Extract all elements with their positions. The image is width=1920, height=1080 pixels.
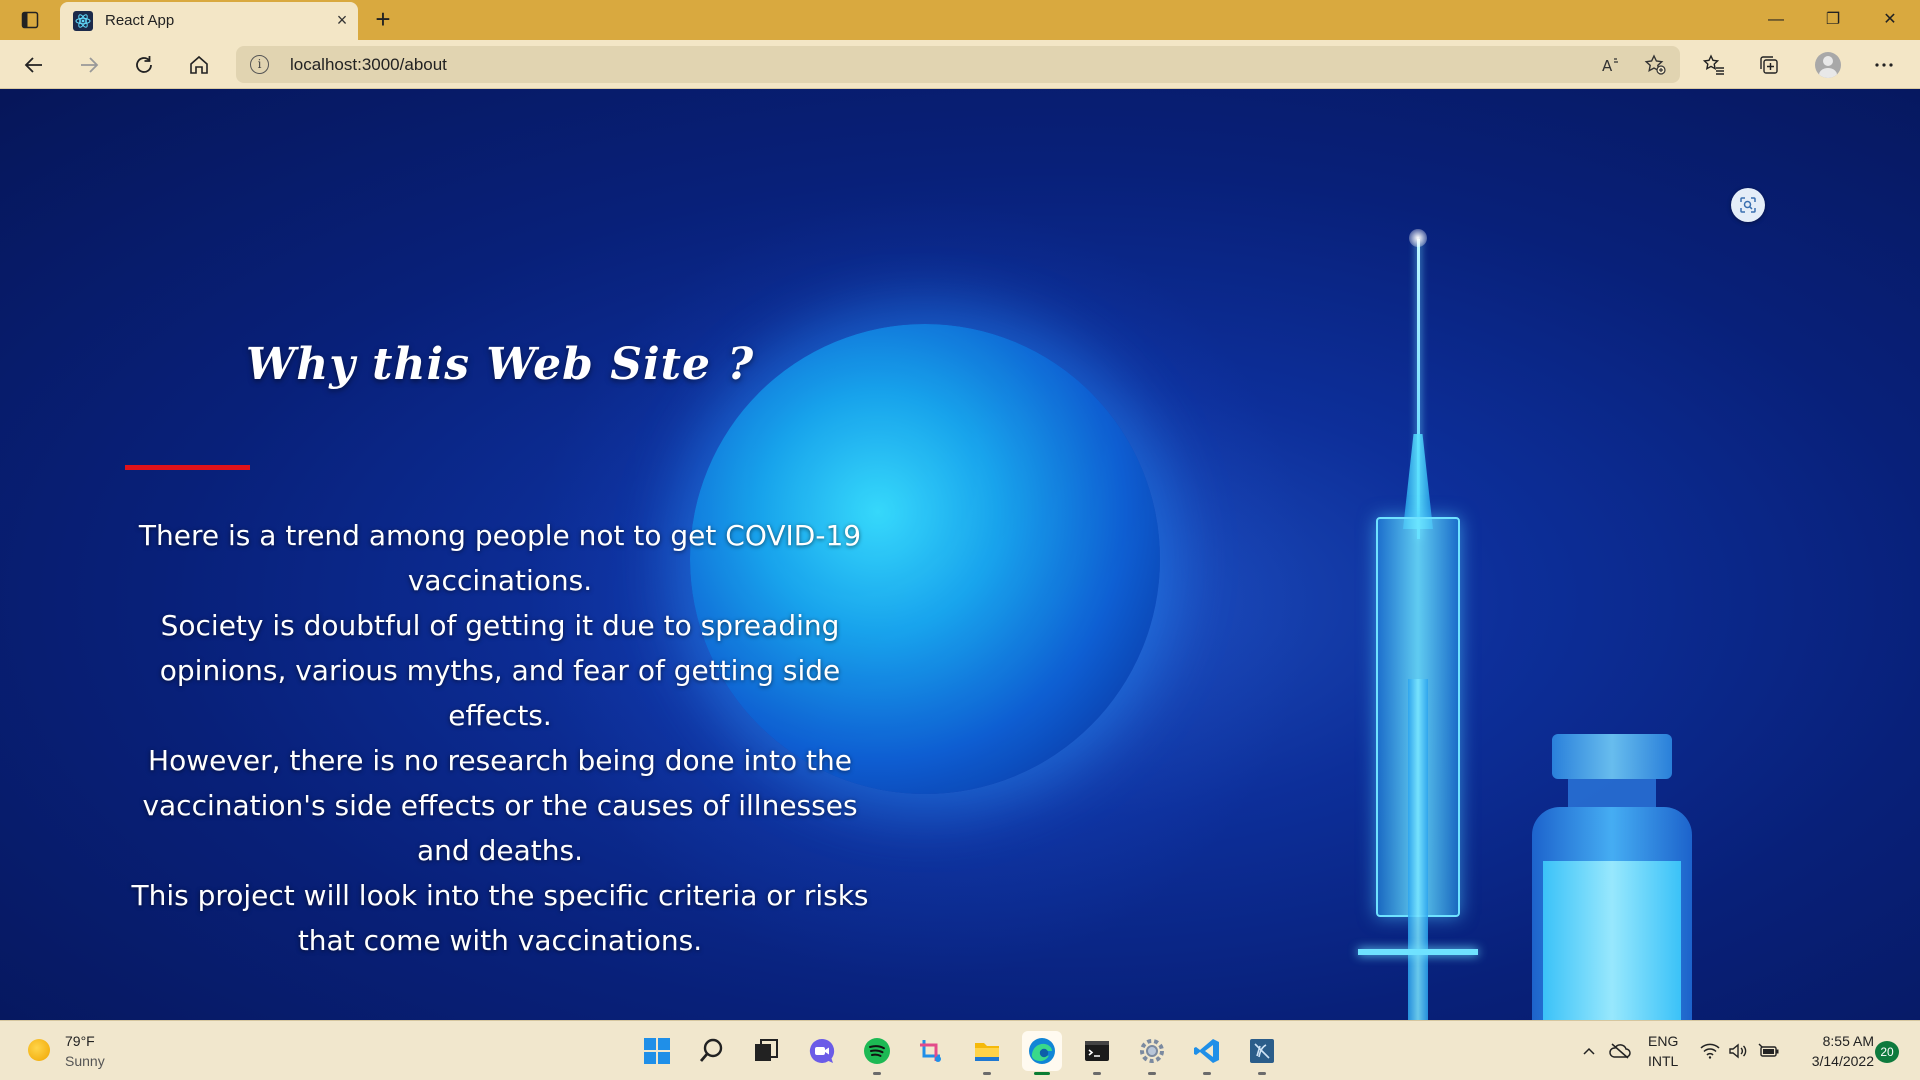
syringe-hub	[1403, 434, 1433, 529]
keyboard-layout: INTL	[1648, 1053, 1679, 1069]
running-indicator	[1148, 1072, 1156, 1075]
browser-toolbar: i localhost:3000/about A	[0, 40, 1920, 89]
snipping-tool-icon[interactable]	[912, 1031, 952, 1071]
read-aloud-icon[interactable]: A	[1598, 52, 1624, 78]
search-icon[interactable]	[692, 1031, 732, 1071]
system-clock[interactable]: 8:55 AM 3/14/2022	[1790, 1031, 1874, 1071]
show-hidden-icons-icon[interactable]	[1578, 1035, 1600, 1067]
syringe-flange	[1358, 949, 1478, 955]
chat-icon[interactable]	[802, 1031, 842, 1071]
ssms-icon[interactable]	[1242, 1031, 1282, 1075]
new-tab-button[interactable]: +	[368, 5, 398, 35]
back-button[interactable]	[17, 48, 51, 82]
edge-icon[interactable]	[1022, 1031, 1062, 1075]
minimize-button[interactable]: —	[1756, 5, 1796, 35]
file-explorer-icon[interactable]	[967, 1031, 1007, 1075]
browser-titlebar: React App × + — ❐ ✕	[0, 0, 1920, 40]
settings-menu-icon[interactable]	[1867, 48, 1901, 82]
weather-temperature[interactable]: 79°F	[65, 1033, 95, 1049]
running-indicator	[1203, 1072, 1211, 1075]
sun-icon[interactable]	[28, 1039, 50, 1061]
page-title: Why this Web Site ?	[245, 339, 755, 390]
settings-icon[interactable]	[1132, 1031, 1172, 1075]
collections-icon[interactable]	[1752, 48, 1786, 82]
needle-sparkle	[1409, 229, 1427, 247]
running-indicator	[1093, 1072, 1101, 1075]
tab-actions-icon[interactable]	[14, 8, 46, 32]
volume-icon[interactable]	[1726, 1035, 1750, 1067]
title-underline	[125, 465, 250, 470]
favorites-icon[interactable]	[1697, 48, 1731, 82]
running-indicator	[1258, 1072, 1266, 1075]
react-favicon-icon	[73, 11, 93, 31]
task-view-icon[interactable]	[746, 1031, 786, 1071]
address-bar[interactable]: i localhost:3000/about A	[236, 46, 1680, 83]
weather-condition[interactable]: Sunny	[65, 1053, 105, 1069]
vial-liquid	[1543, 861, 1681, 1020]
refresh-button[interactable]	[127, 48, 161, 82]
clock-time: 8:55 AM	[1822, 1033, 1874, 1049]
spotify-icon[interactable]	[857, 1031, 897, 1075]
forward-button[interactable]	[72, 48, 106, 82]
paragraph-project: This project will look into the specific…	[131, 879, 869, 957]
home-button[interactable]	[182, 48, 216, 82]
svg-text:A: A	[1602, 57, 1613, 75]
start-icon[interactable]	[637, 1031, 677, 1071]
running-indicator	[983, 1072, 991, 1075]
paragraph-doubt: Society is doubtful of getting it due to…	[159, 609, 841, 732]
vial-neck	[1568, 779, 1656, 807]
clock-date: 3/14/2022	[1811, 1053, 1874, 1069]
tab-title: React App	[105, 12, 175, 29]
paragraph-trend: There is a trend among people not to get…	[138, 519, 862, 597]
restore-button[interactable]: ❐	[1813, 5, 1853, 35]
battery-icon[interactable]	[1756, 1035, 1782, 1067]
profile-avatar[interactable]	[1811, 48, 1845, 82]
running-indicator	[873, 1072, 881, 1075]
address-url[interactable]: localhost:3000/about	[290, 55, 447, 75]
about-page: Why this Web Site ? There is a trend amo…	[0, 89, 1920, 1020]
language-indicator[interactable]: ENG INTL	[1648, 1031, 1678, 1071]
avatar-icon	[1815, 52, 1841, 78]
vscode-icon[interactable]	[1187, 1031, 1227, 1075]
onedrive-offline-icon[interactable]	[1607, 1035, 1633, 1067]
paragraph-research: However, there is no research being done…	[142, 744, 858, 867]
vial-cap	[1552, 734, 1672, 779]
windows-taskbar: 79°F Sunny ENG INTL 8:55 AM 3/14/2022 20	[0, 1020, 1920, 1080]
active-indicator	[1034, 1072, 1050, 1075]
add-favorite-icon[interactable]	[1642, 52, 1668, 78]
notification-badge[interactable]: 20	[1875, 1041, 1899, 1063]
site-info-icon[interactable]: i	[250, 55, 269, 74]
visual-search-icon[interactable]	[1731, 188, 1765, 222]
browser-tab[interactable]: React App ×	[60, 2, 358, 40]
tab-close-icon[interactable]: ×	[330, 8, 354, 32]
wifi-icon[interactable]	[1698, 1035, 1722, 1067]
syringe-plunger	[1408, 679, 1428, 1020]
close-window-button[interactable]: ✕	[1870, 5, 1910, 35]
terminal-icon[interactable]	[1077, 1031, 1117, 1075]
language-code: ENG	[1648, 1033, 1679, 1049]
about-description: There is a trend among people not to get…	[120, 513, 880, 963]
